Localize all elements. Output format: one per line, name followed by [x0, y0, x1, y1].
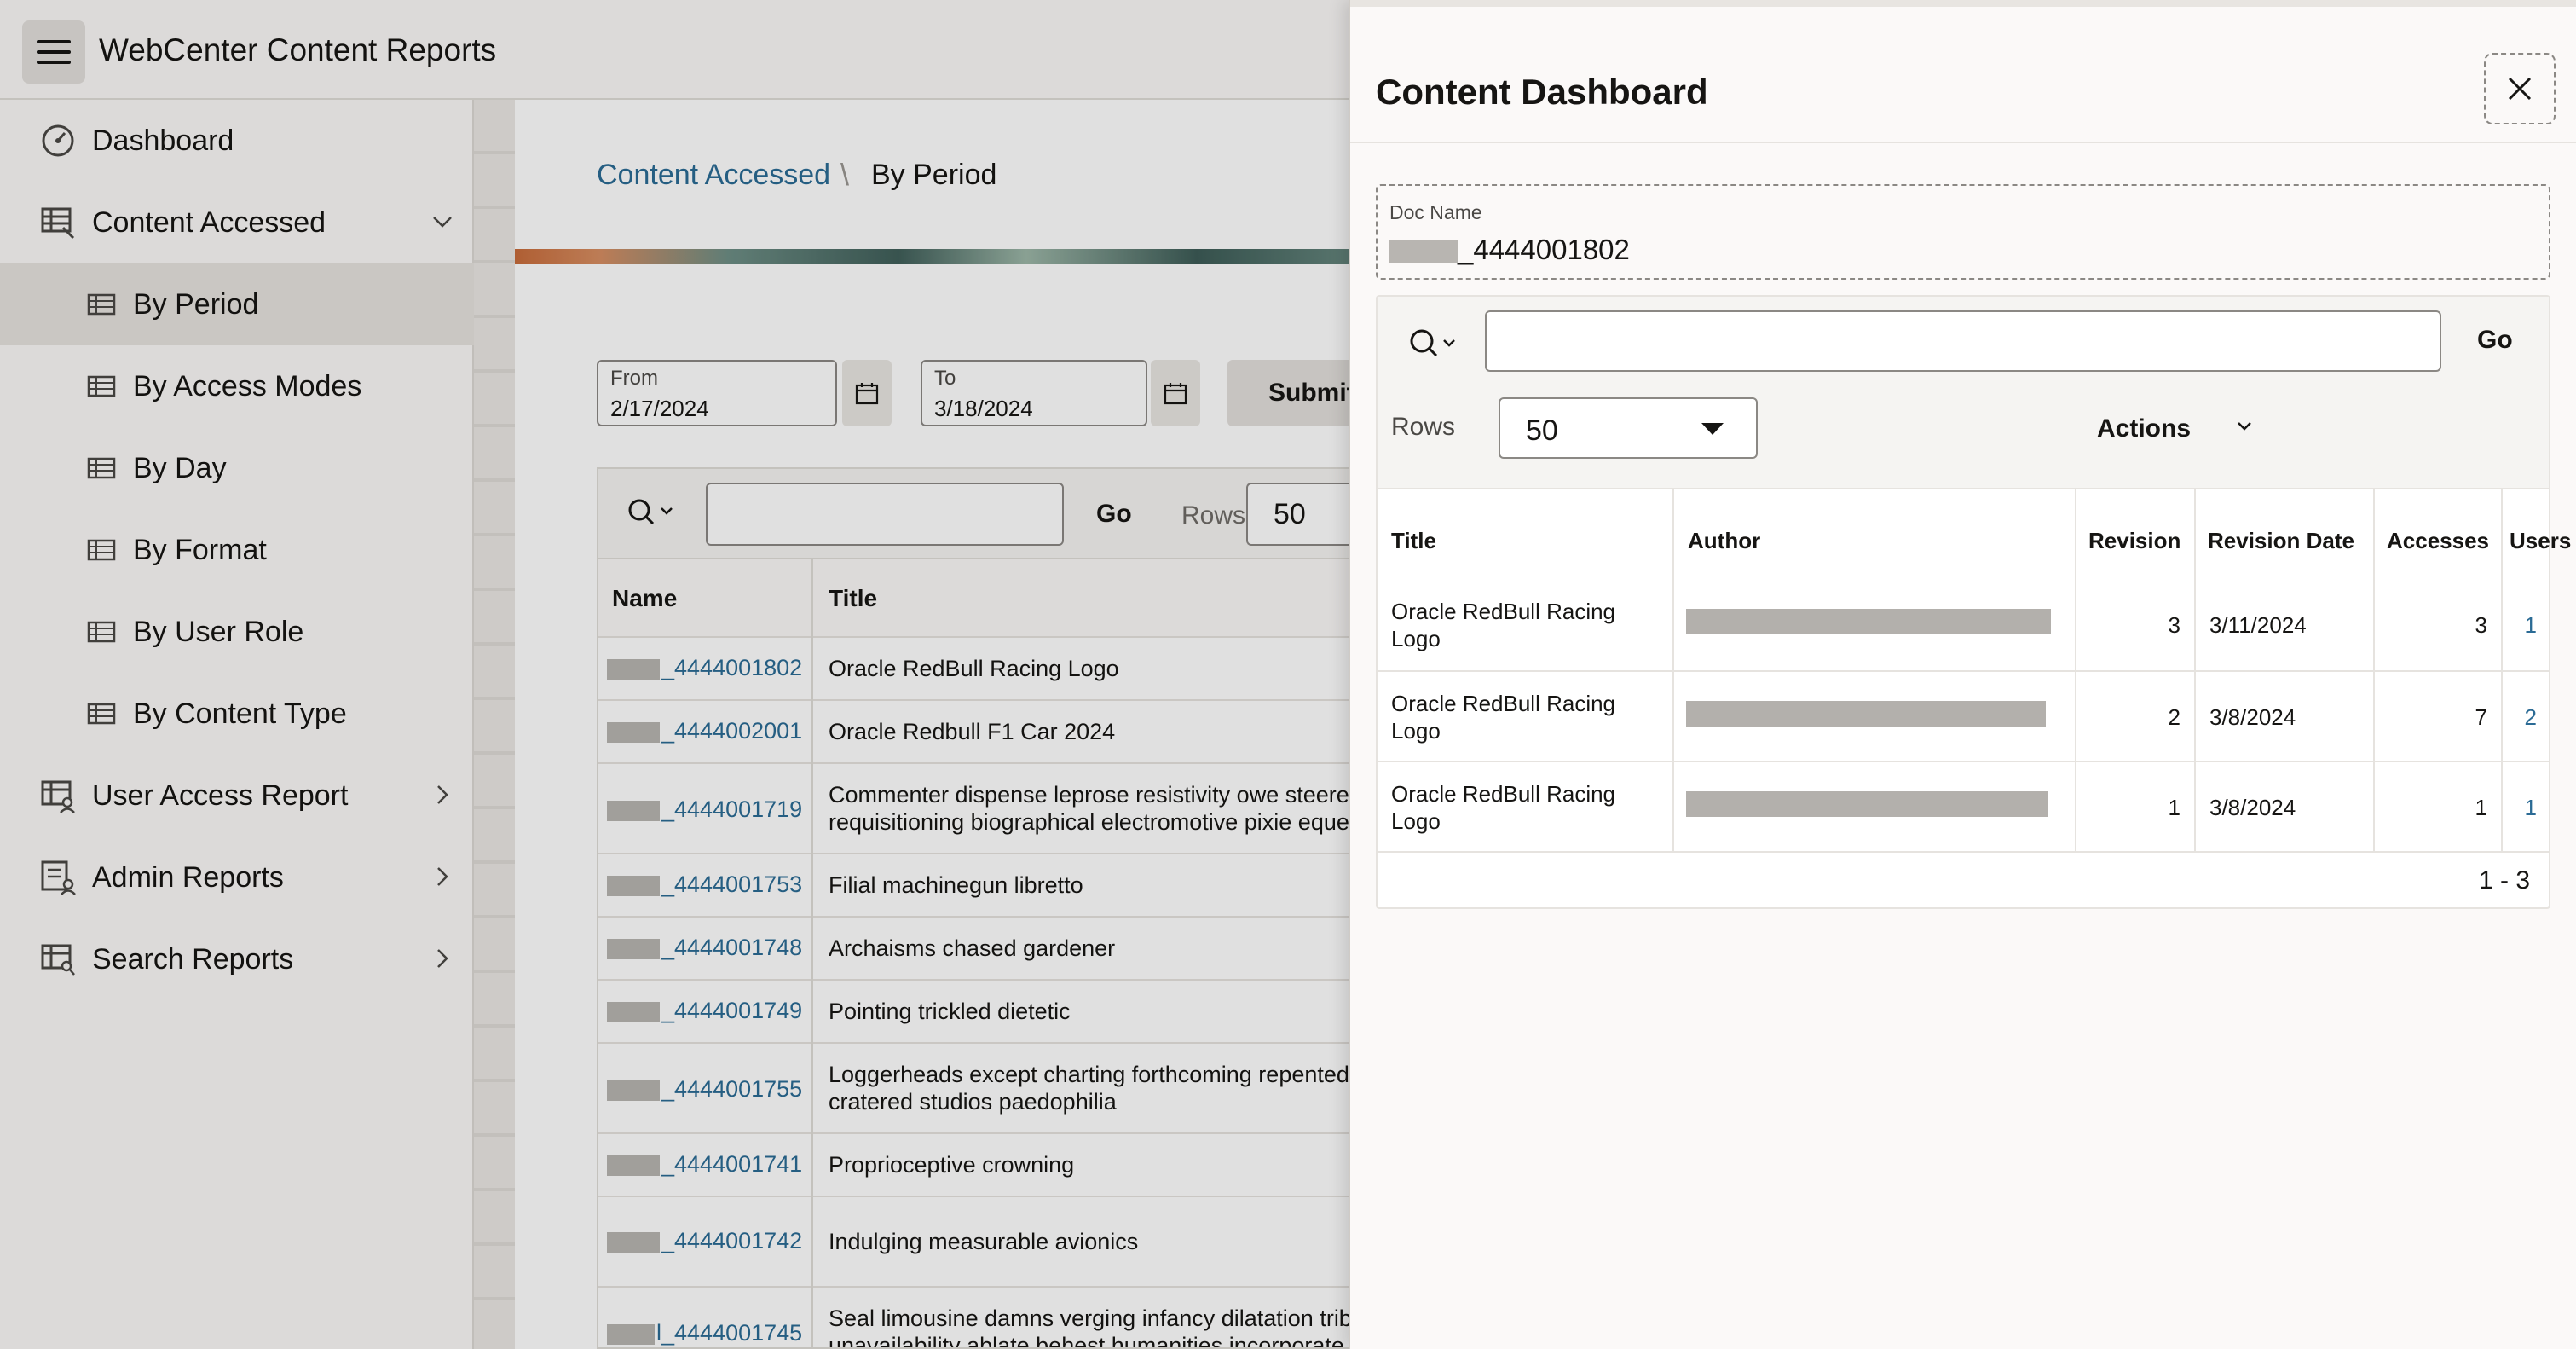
- column-header-author[interactable]: Author: [1679, 489, 2071, 592]
- report-toolbar: Go Rows 50 Actions: [1378, 297, 2549, 488]
- row-revision: 2: [2168, 704, 2180, 730]
- redacted-author: [1686, 791, 2048, 817]
- row-accesses: 1: [2475, 795, 2487, 820]
- column-header-title[interactable]: Title: [1383, 489, 1672, 592]
- actions-menu-button[interactable]: Actions: [2097, 414, 2191, 443]
- redacted-author: [1686, 701, 2046, 727]
- doc-name-field: Doc Name _4444001802: [1376, 184, 2550, 280]
- row-revision-date: 3/11/2024: [2209, 612, 2307, 638]
- row-revision: 3: [2168, 612, 2180, 638]
- drawer-divider: [1350, 142, 2576, 143]
- table-row: Oracle RedBull Racing Logo 2 3/8/2024 7 …: [1378, 670, 2549, 761]
- close-icon: [2508, 77, 2532, 101]
- row-accesses: 7: [2475, 704, 2487, 730]
- go-button[interactable]: Go: [2477, 326, 2513, 355]
- chevron-down-icon: [2238, 422, 2251, 431]
- row-revision-date: 3/8/2024: [2209, 704, 2296, 730]
- redacted-author: [1686, 609, 2051, 634]
- table-row: Oracle RedBull Racing Logo 1 3/8/2024 1 …: [1378, 761, 2549, 851]
- caret-down-icon: [1701, 423, 1724, 435]
- close-button[interactable]: [2484, 53, 2556, 124]
- rows-select[interactable]: 50: [1499, 397, 1758, 459]
- doc-name-value: _4444001802: [1389, 234, 1630, 266]
- interactive-report: Go Rows 50 Actions Title Author Revision…: [1376, 295, 2571, 909]
- report-table: Title Author Revision Revision Date Acce…: [1378, 488, 2571, 834]
- row-users-link[interactable]: 1: [2503, 762, 2549, 853]
- row-users-link[interactable]: 2: [2503, 672, 2549, 762]
- search-icon[interactable]: [1403, 322, 1463, 365]
- row-revision: 1: [2168, 795, 2180, 820]
- modal-scrim[interactable]: [0, 0, 1349, 1349]
- doc-name-label: Doc Name: [1389, 201, 1482, 223]
- column-header-revision[interactable]: Revision: [2080, 489, 2194, 592]
- row-title: Oracle RedBull Racing Logo: [1391, 599, 1616, 651]
- table-row: Oracle RedBull Racing Logo 3 3/11/2024 3…: [1378, 580, 2549, 670]
- row-revision-date: 3/8/2024: [2209, 795, 2296, 820]
- content-dashboard-drawer: Content Dashboard Doc Name _4444001802 G…: [1349, 0, 2576, 1349]
- row-title: Oracle RedBull Racing Logo: [1391, 781, 1616, 834]
- row-title: Oracle RedBull Racing Logo: [1391, 691, 1616, 744]
- rows-label: Rows: [1391, 413, 1456, 441]
- report-search-input[interactable]: [1485, 310, 2441, 372]
- column-header-users[interactable]: Users: [2504, 489, 2571, 592]
- row-accesses: 3: [2475, 612, 2487, 638]
- report-footer: 1 - 3: [1378, 851, 2549, 909]
- row-users-link[interactable]: 1: [2503, 580, 2549, 670]
- column-header-revision-date[interactable]: Revision Date: [2199, 489, 2370, 592]
- redacted-block: [1389, 240, 1458, 264]
- pagination-range: 1 - 3: [2478, 866, 2530, 895]
- column-header-accesses[interactable]: Accesses: [2378, 489, 2501, 592]
- drawer-top-edge: [1350, 0, 2576, 7]
- drawer-title: Content Dashboard: [1376, 72, 1708, 112]
- rows-select-value: 50: [1526, 414, 1558, 447]
